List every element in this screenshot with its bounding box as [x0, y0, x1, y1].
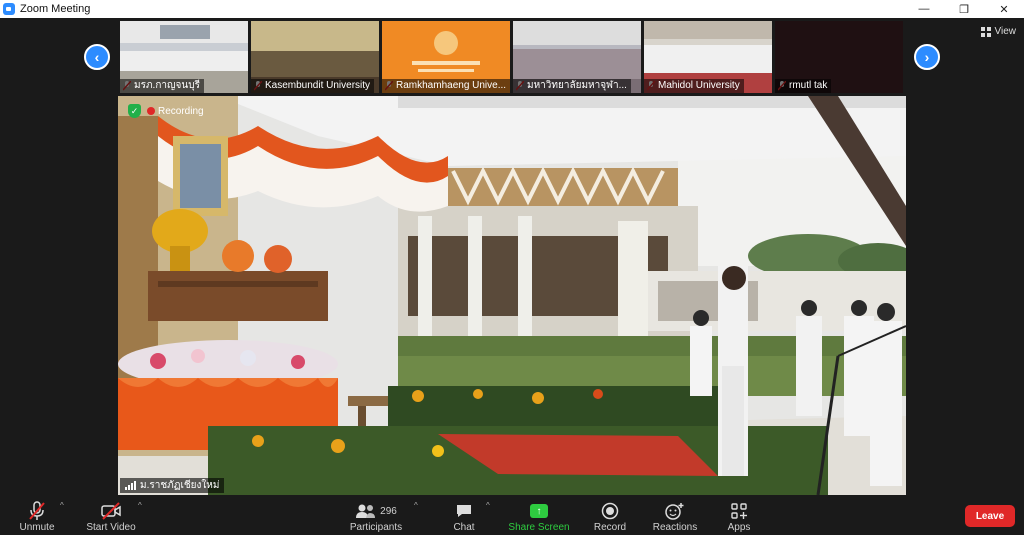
active-speaker-video[interactable]: ✓ Recording ม.ราชภัฏเชียงใหม่	[118, 96, 906, 495]
previous-page-button[interactable]: ‹	[84, 44, 110, 70]
participants-icon-group: 296	[355, 500, 397, 522]
participants-count: 296	[380, 505, 397, 517]
connection-strength-icon	[125, 481, 136, 490]
chevron-left-icon: ‹	[94, 49, 100, 65]
chat-bubble-icon	[455, 500, 473, 522]
share-up-arrow-icon: ↑	[530, 504, 548, 518]
recording-label: Recording	[158, 105, 204, 117]
video-options-caret-icon[interactable]: ^	[138, 501, 142, 510]
participant-name: Mahidol University	[644, 79, 744, 93]
view-button[interactable]: View	[980, 26, 1017, 37]
thumbnail-strip: มรภ.กาญจนบุรี Kasembundit University Ram…	[120, 21, 904, 93]
zoom-app-icon	[3, 3, 15, 15]
participant-name: มหาวิทยาลัยมหาจุฬา...	[513, 79, 631, 93]
start-video-button[interactable]: Start Video	[82, 495, 140, 535]
video-feed	[118, 96, 906, 495]
minimize-button[interactable]: —	[904, 0, 944, 18]
window-controls: — ❐ ✕	[904, 0, 1024, 18]
participants-label: Participants	[349, 522, 403, 533]
participant-thumbnail[interactable]: มรภ.กาญจนบุรี	[120, 21, 248, 93]
record-button[interactable]: Record	[590, 495, 630, 535]
unmute-button[interactable]: Unmute	[14, 495, 60, 535]
participants-button[interactable]: 296 Participants	[346, 495, 406, 535]
close-button[interactable]: ✕	[984, 0, 1024, 18]
share-icon-wrap: ↑	[530, 500, 548, 522]
mic-muted-icon	[28, 500, 46, 522]
record-icon	[601, 500, 619, 522]
leave-button[interactable]: Leave	[965, 505, 1015, 527]
share-screen-button[interactable]: ↑ Share Screen	[506, 495, 572, 535]
grid-view-icon	[980, 26, 991, 37]
next-page-button[interactable]: ›	[914, 44, 940, 70]
participant-thumbnail[interactable]: rmutl tak	[775, 21, 903, 93]
participant-thumbnail[interactable]: Ramkhamhaeng Unive...	[382, 21, 510, 93]
audio-options-caret-icon[interactable]: ^	[60, 501, 64, 510]
chevron-right-icon: ›	[924, 49, 930, 65]
reactions-button[interactable]: Reactions	[650, 495, 700, 535]
participant-thumbnail[interactable]: มหาวิทยาลัยมหาจุฬา...	[513, 21, 641, 93]
chat-label: Chat	[453, 522, 475, 533]
participant-thumbnail[interactable]: Mahidol University	[644, 21, 772, 93]
apps-grid-icon	[731, 500, 747, 522]
reactions-label: Reactions	[652, 522, 698, 533]
participants-options-caret-icon[interactable]: ^	[414, 501, 418, 510]
video-off-icon	[100, 500, 122, 522]
chat-options-caret-icon[interactable]: ^	[486, 501, 490, 510]
title-bar: Zoom Meeting — ❐ ✕	[0, 0, 1024, 18]
unmute-label: Unmute	[19, 522, 55, 533]
window-title: Zoom Meeting	[20, 3, 91, 15]
shield-check-icon: ✓	[128, 104, 141, 118]
chat-button[interactable]: Chat	[446, 495, 482, 535]
restore-button[interactable]: ❐	[944, 0, 984, 18]
participant-name: Kasembundit University	[251, 79, 375, 93]
people-icon	[356, 504, 376, 518]
apps-label: Apps	[727, 522, 751, 533]
apps-button[interactable]: Apps	[722, 495, 756, 535]
participant-name: Ramkhamhaeng Unive...	[382, 79, 510, 93]
participant-name: มรภ.กาญจนบุรี	[120, 79, 204, 93]
speaker-name: ม.ราชภัฏเชียงใหม่	[140, 480, 220, 491]
recording-status: Recording	[147, 106, 204, 117]
recording-indicator: ✓ Recording	[128, 104, 204, 118]
meeting-toolbar: Unmute ^ Start Video ^ 296 Participants …	[0, 495, 1024, 535]
participant-thumbnail[interactable]: Kasembundit University	[251, 21, 379, 93]
start-video-label: Start Video	[86, 522, 136, 533]
share-screen-label: Share Screen	[508, 522, 570, 533]
record-label: Record	[593, 522, 627, 533]
smiley-plus-icon	[665, 500, 685, 522]
recording-dot-icon	[147, 107, 155, 115]
view-label: View	[994, 26, 1017, 37]
meeting-stage: ‹ มรภ.กาญจนบุรี Kasembundit University R…	[0, 18, 1024, 495]
participant-name: rmutl tak	[775, 79, 832, 93]
speaker-name-label: ม.ราชภัฏเชียงใหม่	[120, 478, 225, 493]
